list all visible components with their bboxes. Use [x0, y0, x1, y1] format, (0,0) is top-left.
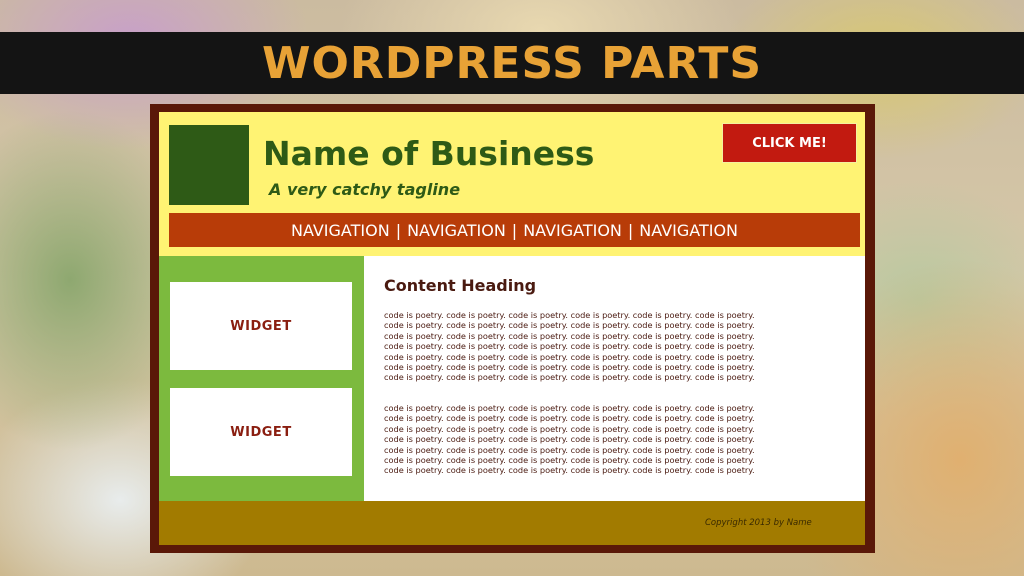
paragraph-line: code is poetry. code is poetry. code is …: [384, 465, 755, 476]
nav-item[interactable]: NAVIGATION: [407, 221, 506, 240]
navigation-bar: NAVIGATION | NAVIGATION | NAVIGATION | N…: [169, 213, 860, 247]
logo-placeholder: [169, 125, 249, 205]
paragraph-line: code is poetry. code is poetry. code is …: [384, 341, 755, 352]
nav-separator: |: [395, 220, 402, 240]
paragraph-line: code is poetry. code is poetry. code is …: [384, 434, 755, 445]
nav-item[interactable]: NAVIGATION: [639, 221, 738, 240]
content-heading: Content Heading: [384, 276, 537, 295]
content-paragraph: code is poetry. code is poetry. code is …: [384, 403, 854, 476]
paragraph-line: code is poetry. code is poetry. code is …: [384, 351, 755, 362]
paragraph-line: code is poetry. code is poetry. code is …: [384, 403, 755, 413]
widget-box: WIDGET: [170, 282, 352, 370]
nav-separator: |: [627, 220, 634, 240]
business-name: Name of Business: [263, 134, 595, 173]
title-banner: WORDPRESS PARTS: [0, 32, 1024, 94]
nav-item[interactable]: NAVIGATION: [291, 221, 390, 240]
widget-box: WIDGET: [170, 388, 352, 476]
paragraph-line: code is poetry. code is poetry. code is …: [384, 423, 755, 434]
paragraph-line: code is poetry. code is poetry. code is …: [384, 413, 755, 424]
paragraph-line: code is poetry. code is poetry. code is …: [384, 444, 755, 455]
paragraph-line: code is poetry. code is poetry. code is …: [384, 455, 755, 466]
click-me-button[interactable]: CLICK ME!: [722, 123, 857, 163]
paragraph-line: code is poetry. code is poetry. code is …: [384, 320, 755, 331]
content-paragraph: code is poetry. code is poetry. code is …: [384, 310, 854, 383]
tagline: A very catchy tagline: [269, 180, 461, 199]
page-title: WORDPRESS PARTS: [261, 37, 763, 89]
nav-item[interactable]: NAVIGATION: [523, 221, 622, 240]
paragraph-line: code is poetry. code is poetry. code is …: [384, 362, 755, 373]
copyright-text: Copyright 2013 by Name: [705, 518, 812, 528]
nav-separator: |: [511, 220, 518, 240]
paragraph-line: code is poetry. code is poetry. code is …: [384, 372, 755, 383]
paragraph-line: code is poetry. code is poetry. code is …: [384, 310, 755, 320]
paragraph-line: code is poetry. code is poetry. code is …: [384, 330, 755, 341]
